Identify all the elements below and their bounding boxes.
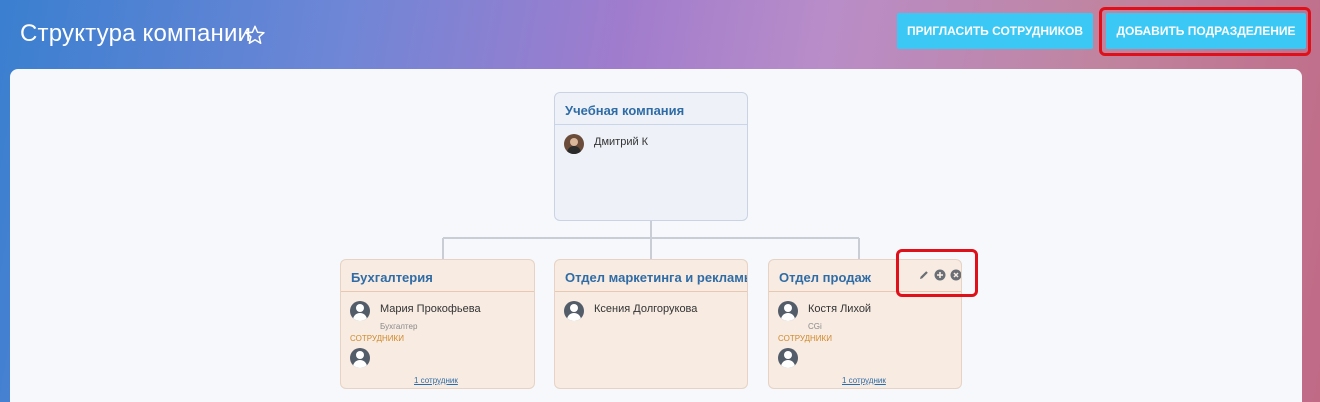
head-role: CGi (808, 322, 822, 331)
star-icon[interactable] (244, 24, 266, 46)
department-head[interactable]: Мария Прокофьева Бухгалтер (350, 301, 481, 331)
user-photo-avatar[interactable] (564, 134, 584, 154)
department-head[interactable]: Ксения Долгорукова (564, 301, 697, 321)
head-role: Бухгалтер (380, 322, 418, 331)
staff-label: СОТРУДНИКИ (778, 334, 832, 343)
company-title[interactable]: Учебная компания (555, 93, 747, 125)
department-card[interactable]: Бухгалтерия Мария Прокофьева Бухгалтер С… (340, 259, 535, 389)
user-avatar-icon[interactable] (564, 301, 584, 321)
head-name[interactable]: Ксения Долгорукова (594, 303, 697, 315)
department-card[interactable]: Отдел маркетинга и рекламы Ксения Долгор… (554, 259, 748, 389)
head-name[interactable]: Дмитрий К (594, 136, 648, 148)
head-name[interactable]: Костя Лихой (808, 303, 871, 315)
user-avatar-icon[interactable] (778, 301, 798, 321)
user-avatar-icon[interactable] (350, 348, 370, 368)
department-actions-highlight (896, 249, 978, 297)
department-title[interactable]: Отдел маркетинга и рекламы (555, 260, 747, 292)
user-avatar-icon[interactable] (350, 301, 370, 321)
company-card[interactable]: Учебная компания Дмитрий К (554, 92, 748, 221)
department-head[interactable]: Костя Лихой CGi (778, 301, 871, 331)
invite-employees-button[interactable]: ПРИГЛАСИТЬ СОТРУДНИКОВ (897, 13, 1093, 49)
add-button-highlight (1099, 7, 1311, 56)
staff-count-link[interactable]: 1 сотрудник (842, 376, 886, 385)
company-head[interactable]: Дмитрий К (564, 134, 648, 154)
user-avatar-icon[interactable] (778, 348, 798, 368)
staff-label: СОТРУДНИКИ (350, 334, 404, 343)
head-name[interactable]: Мария Прокофьева (380, 303, 481, 315)
staff-count-link[interactable]: 1 сотрудник (414, 376, 458, 385)
page-title: Структура компании (20, 20, 252, 47)
department-title[interactable]: Бухгалтерия (341, 260, 534, 292)
